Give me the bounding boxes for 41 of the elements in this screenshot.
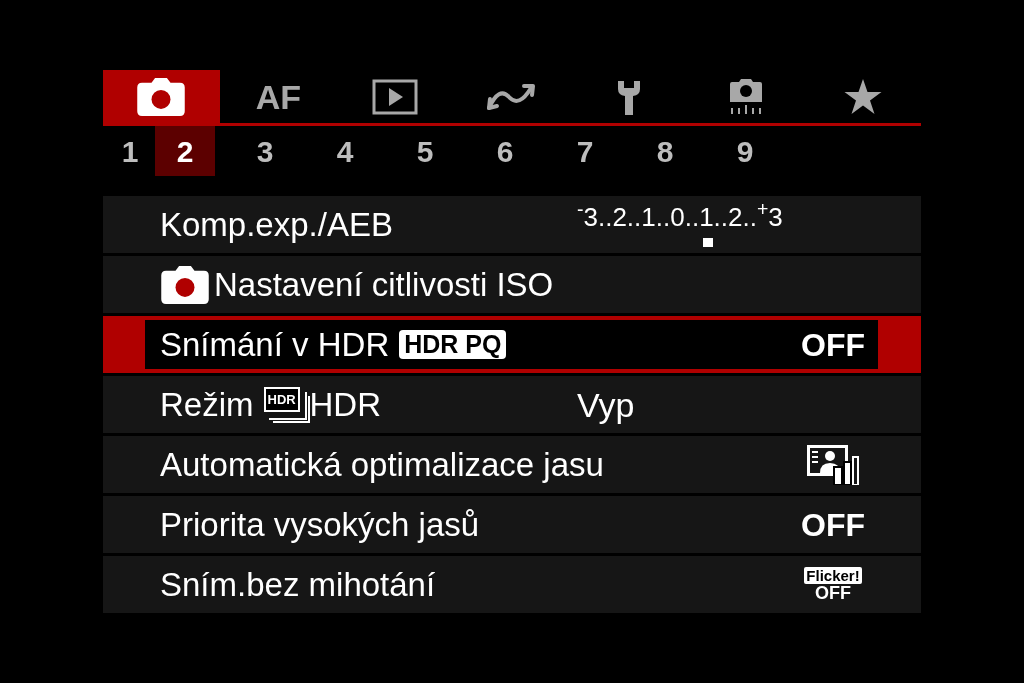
menu-label-end: HDR: [309, 388, 381, 421]
play-icon: [372, 78, 419, 115]
menu-row[interactable]: Snímání v HDR HDR PQ OFF: [103, 316, 921, 373]
scale-numbers: $^{-}$3..2..1..0..1..2..$^{+}$3: [577, 203, 783, 230]
menu-row[interactable]: Sním.bez mihotání Flicker! OFF: [103, 556, 921, 613]
menu-row[interactable]: Nastavení citlivosti ISO: [103, 256, 921, 313]
menu-label: Sním.bez mihotání: [160, 568, 436, 601]
camera-icon: [160, 265, 210, 304]
page-number[interactable]: 4: [315, 126, 375, 176]
page-number[interactable]: 8: [635, 126, 695, 176]
hdr-pq-badge: HDR PQ: [399, 330, 507, 359]
menu-label: Priorita vysokých jasů: [160, 508, 480, 541]
menu-label: Režim: [160, 388, 254, 421]
camera-icon: [136, 77, 187, 116]
page-number[interactable]: 7: [555, 126, 615, 176]
page-number[interactable]: 1: [105, 126, 155, 176]
menu-label: Nastavení citlivosti ISO: [214, 268, 554, 301]
menu-row[interactable]: Automatická optimalizace jasu: [103, 436, 921, 493]
menu-tab[interactable]: [103, 70, 220, 123]
flicker-value: OFF: [815, 584, 851, 602]
scale-marker: [703, 237, 713, 247]
star-icon: [843, 78, 882, 115]
value-text: OFF: [800, 328, 866, 361]
page-number[interactable]: 6: [475, 126, 535, 176]
flicker-badge: Flicker!: [804, 567, 862, 584]
af-label: AF: [255, 79, 301, 114]
menu-row[interactable]: Priorita vysokých jasů OFF: [103, 496, 921, 553]
value-text: OFF: [800, 508, 866, 541]
menu-row[interactable]: Režim HDR HDR Vyp: [103, 376, 921, 433]
page-number[interactable]: 5: [395, 126, 455, 176]
menu-label: Snímání v HDR: [160, 328, 390, 361]
menu-label: Automatická optimalizace jasu: [160, 448, 604, 481]
page-number[interactable]: 9: [715, 126, 775, 176]
camera-dots-icon: [727, 78, 764, 115]
menu-label: Komp.exp./AEB: [160, 208, 394, 241]
portrait-chart-icon: [807, 444, 859, 485]
page-number[interactable]: 3: [235, 126, 295, 176]
menu-tab[interactable]: AF: [219, 70, 337, 123]
page-number[interactable]: 2: [155, 126, 215, 176]
value-text: Vyp: [577, 387, 635, 422]
menu-row[interactable]: Komp.exp./AEB $^{-}$3..2..1..0..1..2..$^{+}$3: [103, 196, 921, 253]
